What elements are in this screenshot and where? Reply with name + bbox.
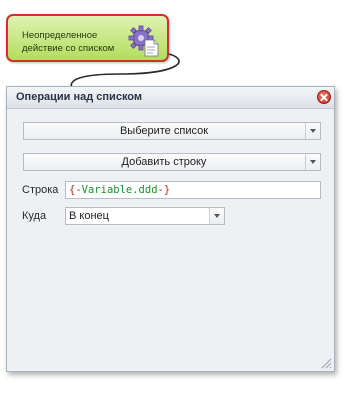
operation-combo[interactable]: Добавить строку (23, 153, 321, 171)
close-icon[interactable] (317, 90, 331, 104)
list-operations-dialog: Операции над списком Выберите список Доб… (6, 86, 335, 372)
token-close: -} (157, 184, 171, 196)
string-input[interactable]: {-Variable.ddd-} (65, 181, 321, 199)
where-select[interactable]: В конец (65, 207, 225, 225)
operation-value: Добавить строку (121, 156, 207, 168)
dialog-title: Операции над списком (16, 91, 143, 103)
list-select-value: Выберите список (119, 125, 209, 137)
chevron-down-icon[interactable] (305, 154, 320, 170)
connector-line (70, 53, 180, 89)
resize-grip-icon[interactable] (320, 357, 332, 369)
token-open: {- (69, 184, 82, 196)
list-select-combo[interactable]: Выберите список (23, 122, 321, 140)
dialog-titlebar: Операции над списком (7, 87, 334, 109)
chevron-down-icon[interactable] (305, 123, 320, 139)
token-variable: Variable.ddd (81, 184, 158, 196)
chevron-down-icon[interactable] (209, 208, 224, 224)
where-label: Куда (22, 210, 47, 222)
string-label: Строка (22, 184, 59, 196)
where-value: В конец (69, 210, 109, 222)
